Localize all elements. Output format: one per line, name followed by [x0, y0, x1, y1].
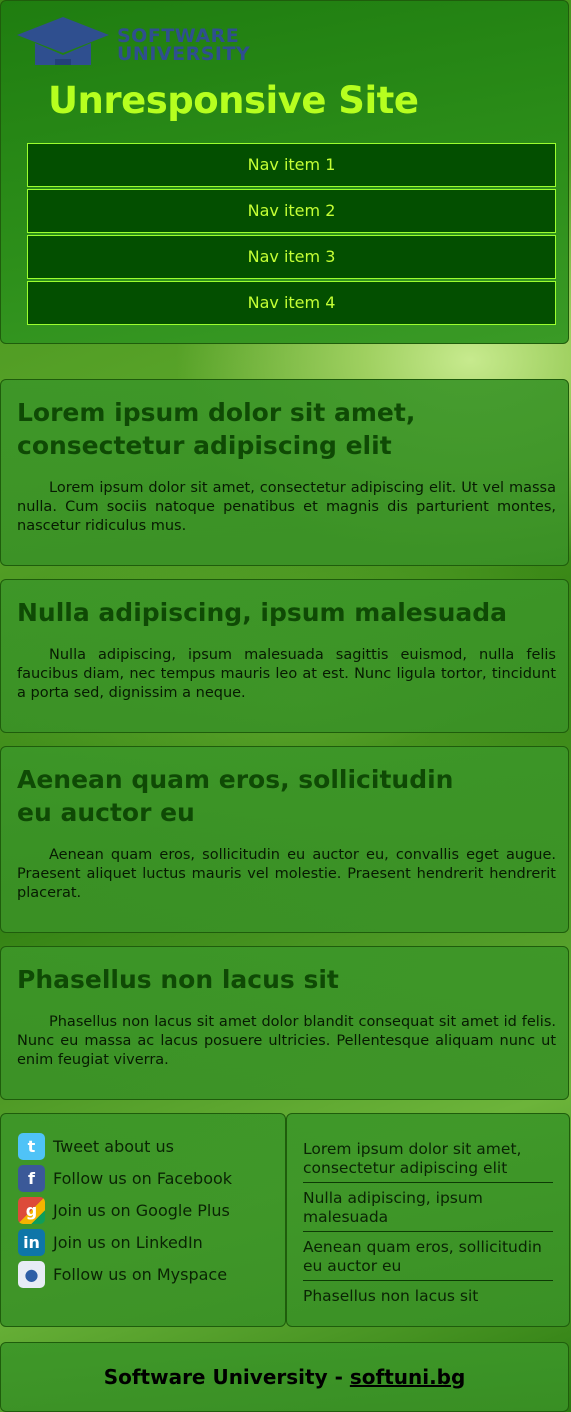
- article-title: Lorem ipsum dolor sit amet, consectetur …: [17, 398, 416, 460]
- nav-item-1[interactable]: Nav item 1: [27, 143, 556, 187]
- article-1: Lorem ipsum dolor sit amet, consectetur …: [0, 379, 569, 566]
- article-title: Nulla adipiscing, ipsum malesuada: [17, 598, 508, 627]
- social-label: Follow us on Myspace: [53, 1264, 228, 1284]
- social-label: Join us on LinkedIn: [53, 1232, 203, 1252]
- article-link-2[interactable]: Nulla adipiscing, ipsum malesuada: [303, 1183, 553, 1232]
- social-links: t Tweet about us f Follow us on Facebook…: [0, 1113, 286, 1327]
- main-nav: Nav item 1 Nav item 2 Nav item 3 Nav ite…: [27, 143, 556, 327]
- social-link-facebook[interactable]: f Follow us on Facebook: [18, 1162, 285, 1194]
- nav-item-4[interactable]: Nav item 4: [27, 281, 556, 325]
- article-body: Lorem ipsum dolor sit amet, consectetur …: [17, 480, 556, 534]
- article-body: Nulla adipiscing, ipsum malesuada sagitt…: [17, 647, 556, 701]
- nav-item-2[interactable]: Nav item 2: [27, 189, 556, 233]
- site-header: SOFTWARE UNIVERSITY Unresponsive Site Na…: [0, 0, 569, 344]
- site-footer: Software University - softuni.bg: [0, 1342, 569, 1412]
- twitter-icon: t: [18, 1132, 45, 1160]
- facebook-icon: f: [18, 1164, 45, 1192]
- article-body: Aenean quam eros, sollicitudin eu auctor…: [17, 847, 556, 901]
- footer-text: Software University - softuni.bg: [103, 1365, 466, 1389]
- article-3: Aenean quam eros, sollicitudin eu auctor…: [0, 746, 569, 933]
- article-link-4[interactable]: Phasellus non lacus sit: [303, 1281, 553, 1310]
- softuni-logo[interactable]: SOFTWARE UNIVERSITY: [17, 15, 281, 69]
- social-label: Follow us on Facebook: [53, 1168, 233, 1188]
- article-body: Phasellus non lacus sit amet dolor bland…: [17, 1014, 556, 1068]
- article-link-1[interactable]: Lorem ipsum dolor sit amet, consectetur …: [303, 1134, 553, 1183]
- article-links: Lorem ipsum dolor sit amet, consectetur …: [286, 1113, 570, 1327]
- myspace-icon: ●: [18, 1260, 45, 1288]
- footer-link[interactable]: softuni.bg: [350, 1365, 465, 1389]
- social-link-google-plus[interactable]: g Join us on Google Plus: [18, 1194, 285, 1226]
- social-link-twitter[interactable]: t Tweet about us: [18, 1130, 285, 1162]
- graduation-cap-icon: [17, 17, 109, 65]
- social-label: Join us on Google Plus: [53, 1200, 230, 1220]
- social-link-linkedin[interactable]: in Join us on LinkedIn: [18, 1226, 285, 1258]
- article-link-3[interactable]: Aenean quam eros, sollicitudin eu auctor…: [303, 1232, 553, 1281]
- article-title: Aenean quam eros, sollicitudin eu auctor…: [17, 765, 454, 827]
- site-title: Unresponsive Site: [48, 79, 419, 122]
- article-4: Phasellus non lacus sit Phasellus non la…: [0, 946, 569, 1100]
- article-2: Nulla adipiscing, ipsum malesuada Nulla …: [0, 579, 569, 733]
- social-label: Tweet about us: [53, 1136, 174, 1156]
- linkedin-icon: in: [18, 1228, 45, 1256]
- logo-text: SOFTWARE UNIVERSITY: [117, 25, 251, 65]
- google-plus-icon: g: [18, 1196, 45, 1224]
- nav-item-3[interactable]: Nav item 3: [27, 235, 556, 279]
- article-title: Phasellus non lacus sit: [17, 965, 339, 994]
- social-link-myspace[interactable]: ● Follow us on Myspace: [18, 1258, 285, 1290]
